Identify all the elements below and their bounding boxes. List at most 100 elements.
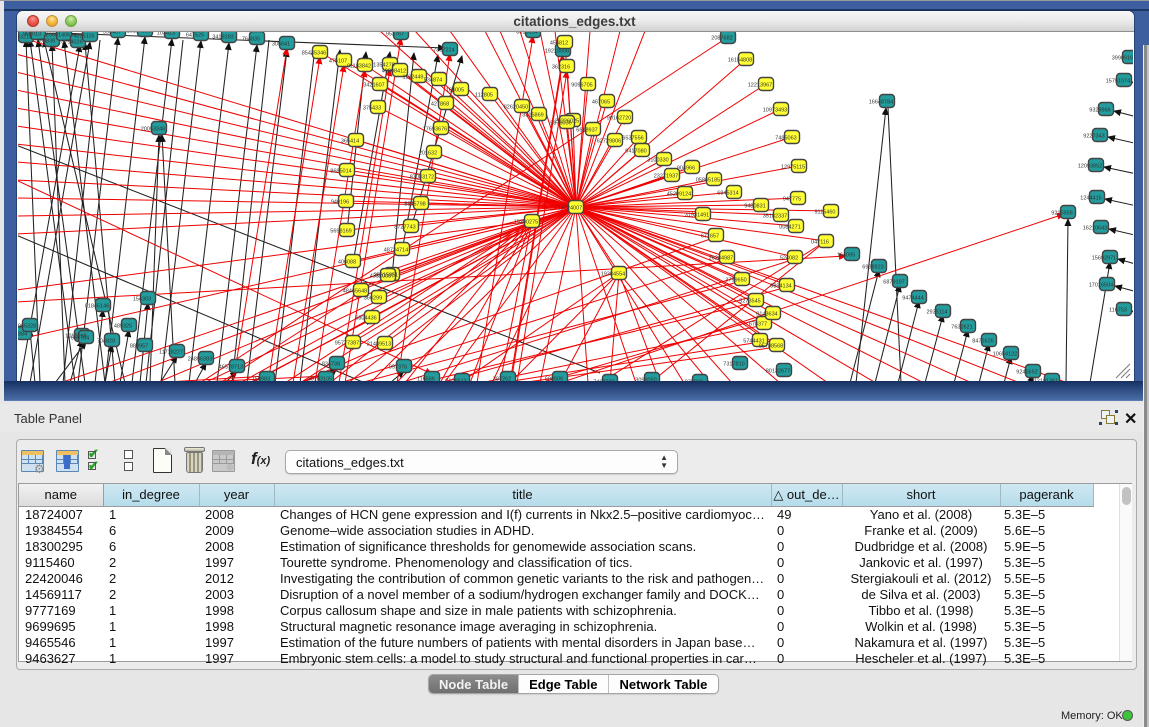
svg-text:365414: 365414 [341,139,359,145]
svg-text:39909169: 39909169 [1112,56,1133,62]
svg-text:9115460: 9115460 [814,210,835,216]
svg-text:947775: 947775 [783,197,801,203]
svg-text:6945314: 6945314 [717,191,738,197]
svg-text:904966: 904966 [677,166,695,172]
svg-text:6688937: 6688937 [576,128,597,134]
svg-text:7317810: 7317810 [723,362,744,368]
svg-text:90162720: 90162720 [607,116,631,122]
svg-text:05865185: 05865185 [696,178,720,184]
svg-text:764835: 764835 [242,37,260,43]
svg-text:423884: 423884 [18,332,27,338]
svg-text:8685014: 8685014 [330,169,351,175]
svg-text:2935114: 2935114 [926,310,947,316]
svg-text:23271937: 23271937 [654,174,678,180]
svg-text:366299: 366299 [364,296,382,302]
svg-text:9227343: 9227343 [1083,134,1104,140]
svg-text:6537556: 6537556 [622,136,643,142]
svg-text:96965328: 96965328 [18,324,36,330]
svg-text:43320037: 43320037 [370,274,394,280]
svg-text:3100330: 3100330 [647,158,668,164]
svg-text:489325: 489325 [114,324,132,330]
svg-text:31931491: 31931491 [685,213,709,219]
svg-text:3419283: 3419283 [212,35,233,41]
svg-text:35182337: 35182337 [763,214,787,220]
svg-text:82620450: 82620450 [504,105,528,111]
svg-text:0084271: 0084271 [779,225,800,231]
svg-text:6879197: 6879197 [883,280,904,286]
svg-text:9215958: 9215958 [1051,211,1072,217]
svg-text:9474444: 9474444 [902,296,923,302]
svg-text:940196: 940196 [331,200,349,206]
svg-text:21489513: 21489513 [367,342,391,348]
svg-text:406088: 406088 [338,260,356,266]
svg-text:8471626: 8471626 [972,339,993,345]
svg-text:80132677: 80132677 [766,369,790,375]
svg-text:18724007: 18724007 [558,206,582,212]
svg-text:305641: 305641 [272,42,290,48]
svg-text:8895798: 8895798 [404,202,425,208]
svg-text:95777387: 95777387 [335,341,359,347]
svg-text:01845146: 01845146 [85,304,109,310]
svg-text:9894134: 9894134 [770,284,791,290]
svg-text:880957: 880957 [130,344,148,350]
svg-text:20053346: 20053346 [141,127,165,133]
svg-text:19218506: 19218506 [545,49,569,55]
svg-text:12093852: 12093852 [1078,164,1102,170]
svg-text:45299124: 45299124 [667,192,691,198]
svg-text:17693676: 17693676 [423,127,447,133]
svg-text:704828: 704828 [97,339,115,345]
svg-text:559407: 559407 [103,32,121,36]
svg-text:9329966: 9329966 [1089,108,1110,114]
svg-text:455812: 455812 [550,41,568,47]
svg-text:7632621: 7632621 [951,325,972,331]
svg-text:362316: 362316 [552,65,570,71]
svg-text:16184959: 16184959 [127,32,151,35]
svg-text:20691406: 20691406 [46,33,70,39]
svg-text:669784: 669784 [71,336,89,342]
svg-text:8727743: 8727743 [394,225,415,231]
svg-text:201632: 201632 [419,151,437,157]
svg-text:890838: 890838 [37,39,55,45]
svg-text:116753: 116753 [1109,308,1127,314]
svg-text:62729806: 62729806 [597,139,621,145]
svg-text:15300275: 15300275 [514,220,538,226]
svg-text:10973493: 10973493 [763,108,787,114]
svg-text:16648784: 16648784 [869,100,893,106]
svg-text:10654122: 10654122 [993,352,1017,358]
svg-text:2087682: 2087682 [711,36,732,42]
svg-text:91183842: 91183842 [347,64,371,70]
svg-text:3421607: 3421607 [363,83,384,89]
svg-text:112805: 112805 [475,93,493,99]
svg-text:671657: 671657 [701,234,719,240]
svg-text:17016504: 17016504 [1089,283,1113,289]
svg-text:834738: 834738 [322,362,340,368]
svg-text:953767: 953767 [386,32,404,38]
svg-text:46578713: 46578713 [219,365,243,371]
svg-text:5273545: 5273545 [739,299,760,305]
svg-text:4235116: 4235116 [73,34,94,40]
svg-text:467065: 467065 [592,100,610,106]
svg-text:85435346: 85435346 [302,51,326,57]
svg-text:9096705: 9096705 [571,83,592,89]
svg-text:16154808: 16154808 [728,58,752,64]
svg-text:5698169: 5698169 [330,229,351,235]
svg-text:534874: 534874 [424,78,442,84]
svg-text:524082: 524082 [780,256,798,262]
svg-text:647525: 647525 [186,33,204,39]
svg-text:1182449: 1182449 [402,75,423,81]
svg-text:3799650: 3799650 [725,278,746,284]
svg-text:12975115: 12975115 [781,165,805,171]
svg-text:26284987: 26284987 [709,256,733,262]
svg-text:7857224: 7857224 [433,48,454,54]
svg-text:9245652: 9245652 [1016,370,1037,376]
svg-text:997376: 997376 [389,365,407,371]
svg-text:5744431: 5744431 [743,339,764,345]
svg-text:3315869: 3315869 [522,113,543,119]
svg-text:6417080: 6417080 [625,149,646,155]
svg-text:15692971: 15692971 [1092,256,1116,262]
svg-text:8813054: 8813054 [516,32,537,36]
svg-text:960013: 960013 [23,32,41,38]
svg-text:7485063: 7485063 [775,136,796,142]
svg-text:48734714: 48734714 [384,248,408,254]
svg-text:1244415: 1244415 [1080,196,1101,202]
